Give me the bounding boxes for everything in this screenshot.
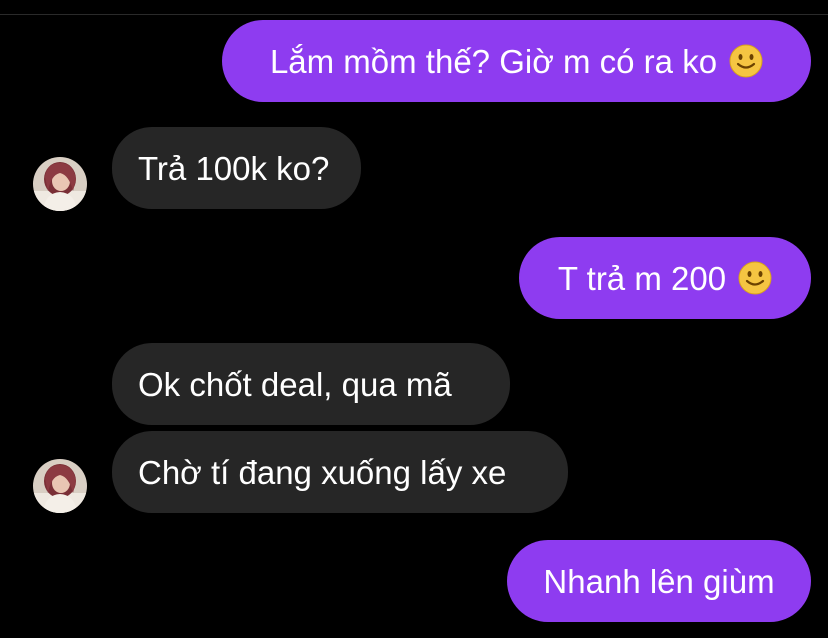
message-text: Trả 100k ko? <box>138 149 330 187</box>
contact-avatar[interactable] <box>33 157 87 211</box>
contact-profile-photo-icon <box>33 459 87 513</box>
received-message-bubble[interactable]: Trả 100k ko? <box>112 127 361 209</box>
contact-profile-photo-icon <box>33 157 87 211</box>
received-message-bubble[interactable]: Chờ tí đang xuống lấy xe <box>112 431 568 513</box>
header-divider <box>0 14 828 15</box>
sent-message-bubble[interactable]: Nhanh lên giùm <box>507 540 811 622</box>
message-text: Lắm mồm thế? Giờ m có ra ko <box>269 42 718 80</box>
message-text: Chờ tí đang xuống lấy xe <box>138 453 507 491</box>
received-message-bubble[interactable]: Ok chốt deal, qua mã <box>112 343 510 425</box>
contact-avatar[interactable] <box>33 459 87 513</box>
message-text: T trả m 200 <box>557 259 727 297</box>
sent-message-bubble[interactable]: T trả m 200 <box>519 237 811 319</box>
sent-message-bubble[interactable]: Lắm mồm thế? Giờ m có ra ko <box>222 20 811 102</box>
slightly-smiling-face-icon <box>729 44 763 78</box>
message-text: Nhanh lên giùm <box>543 562 775 600</box>
slightly-smiling-face-icon <box>738 261 772 295</box>
message-text: Ok chốt deal, qua mã <box>138 365 452 403</box>
